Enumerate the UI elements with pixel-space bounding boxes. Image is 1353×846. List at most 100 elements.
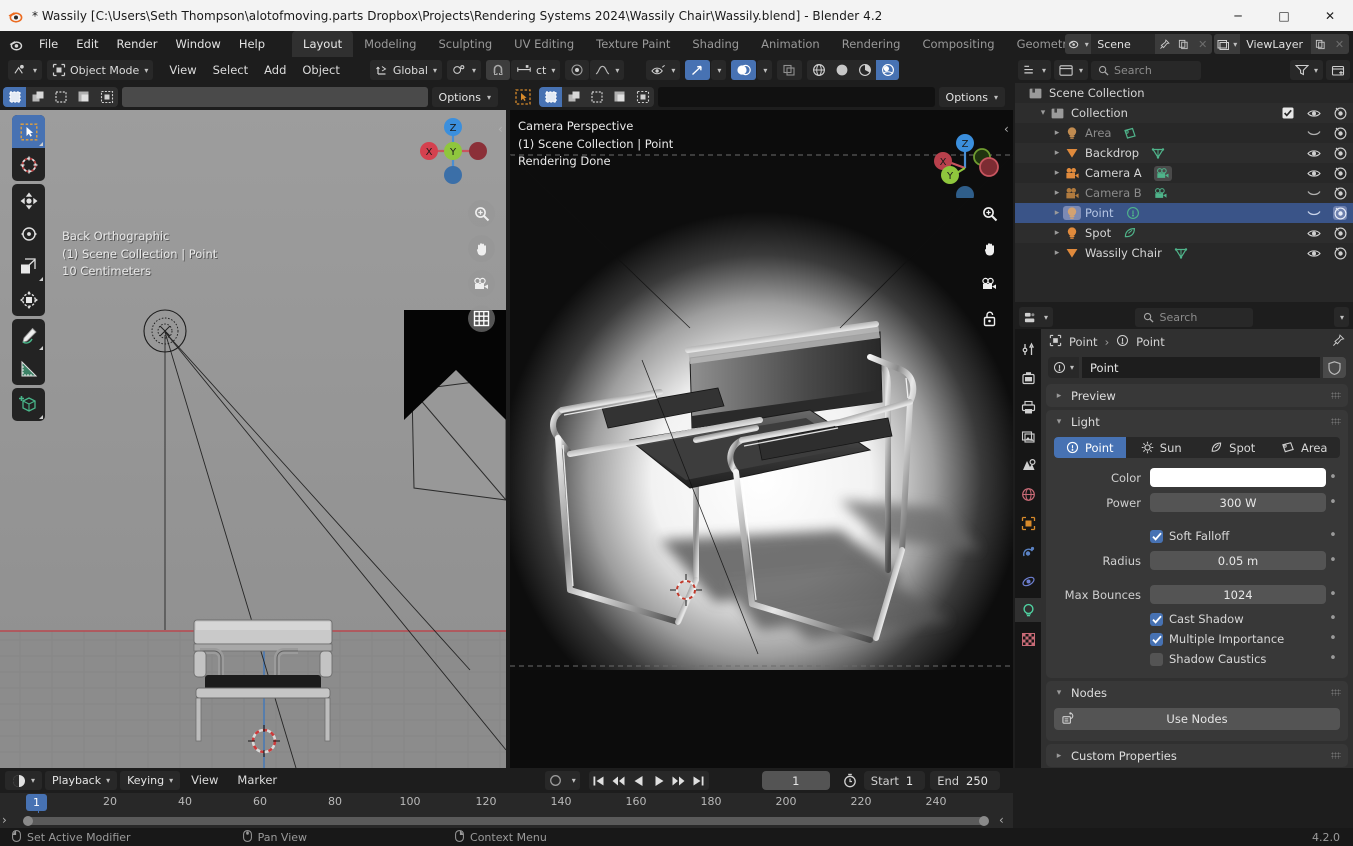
viewlayer-name-field[interactable]: ViewLayer: [1240, 37, 1311, 51]
transform-tool-button[interactable]: [12, 283, 45, 316]
breadcrumb-light-label[interactable]: Point: [1136, 335, 1165, 349]
tab-sculpting[interactable]: Sculpting: [427, 31, 503, 57]
camera-view-icon-left[interactable]: [468, 270, 495, 297]
add-cube-tool-button[interactable]: [12, 388, 45, 421]
outliner-row-collection[interactable]: ▾ Collection: [1015, 103, 1353, 123]
render-icon-backdrop[interactable]: [1333, 146, 1347, 160]
outliner-search-input[interactable]: Search: [1091, 60, 1202, 80]
use-nodes-button[interactable]: Use Nodes: [1054, 708, 1340, 730]
jump-to-next-keyframe-button[interactable]: [669, 771, 689, 790]
gizmo-options-dropdown[interactable]: ▾: [711, 60, 727, 80]
panel-preview-grip[interactable]: [1331, 392, 1341, 399]
panel-light-grip[interactable]: [1331, 418, 1341, 425]
light-data-icon-spot[interactable]: [1123, 227, 1137, 240]
object-mode-dropdown[interactable]: Object Mode ▾: [47, 60, 154, 80]
panel-custom-properties-chevron[interactable]: ▸: [1053, 751, 1065, 761]
scene-name-field[interactable]: Scene: [1091, 37, 1156, 51]
visibility-dropdown[interactable]: ▾: [646, 60, 681, 80]
select-set-button-right[interactable]: [539, 87, 562, 107]
collection-visibility-icon[interactable]: [1307, 106, 1321, 120]
viewport-menu-select[interactable]: Select: [205, 60, 256, 80]
overlays-options-dropdown[interactable]: ▾: [757, 60, 773, 80]
play-reverse-button[interactable]: [629, 771, 649, 790]
measure-tool-button[interactable]: [12, 352, 45, 385]
snap-magnet-toggle[interactable]: [485, 60, 510, 80]
menu-window[interactable]: Window: [166, 33, 229, 55]
cursor-tool-button[interactable]: [12, 148, 45, 181]
panel-custom-properties-header[interactable]: ▸ Custom Properties: [1046, 744, 1348, 767]
expand-chevron-area[interactable]: ▸: [1051, 128, 1063, 138]
menu-help[interactable]: Help: [230, 33, 274, 55]
timeline-horizontal-scrollbar[interactable]: [26, 817, 984, 825]
zoom-icon-right[interactable]: [976, 200, 1003, 227]
use-preview-range-icon[interactable]: [839, 773, 861, 788]
timeline-ruler[interactable]: 1 20 40 60 80 100 120 140 160 180 200 22…: [0, 793, 1013, 813]
light-datablock-browse-button[interactable]: ▾: [1048, 357, 1080, 378]
shading-solid-button[interactable]: [830, 60, 853, 80]
tab-world[interactable]: [1015, 482, 1041, 506]
tab-modifiers[interactable]: [1015, 540, 1041, 564]
properties-editor-type-button[interactable]: ▾: [1019, 307, 1054, 327]
mesh-data-icon-backdrop[interactable]: [1151, 147, 1165, 160]
expand-chevron-camera-b[interactable]: ▸: [1051, 188, 1063, 198]
light-data-icon-area[interactable]: [1123, 127, 1137, 140]
editor-type-button[interactable]: ▾: [8, 60, 43, 80]
current-frame-field[interactable]: 1: [761, 771, 830, 790]
light-radius-field[interactable]: 0.05 m: [1150, 551, 1326, 570]
outliner-row-area[interactable]: ▸ Area: [1015, 123, 1353, 143]
menu-file[interactable]: File: [30, 33, 67, 55]
light-data-icon-point[interactable]: [1126, 206, 1140, 220]
move-tool-button[interactable]: [12, 184, 45, 217]
tab-texture-paint[interactable]: Texture Paint: [585, 31, 681, 57]
cast-shadow-checkbox[interactable]: [1150, 612, 1163, 626]
light-type-sun-button[interactable]: Sun: [1126, 437, 1198, 458]
play-button[interactable]: [649, 771, 669, 790]
timeline-editor-type-button[interactable]: ▾: [5, 771, 43, 790]
visibility-icon-backdrop[interactable]: [1307, 146, 1321, 160]
tab-output[interactable]: [1015, 395, 1041, 419]
light-color-swatch[interactable]: [1150, 468, 1326, 487]
annotate-tool-button[interactable]: [12, 319, 45, 352]
select-extend-button[interactable]: [26, 87, 49, 107]
tab-scene[interactable]: [1015, 453, 1041, 477]
outliner-row-wassily-chair[interactable]: ▸ Wassily Chair: [1015, 243, 1353, 263]
options-dropdown-left[interactable]: Options ▾: [431, 87, 498, 107]
properties-options-button[interactable]: ▾: [1333, 307, 1349, 327]
scene-datablock[interactable]: ▾ Scene ✕: [1065, 34, 1213, 54]
render-icon-area[interactable]: [1333, 126, 1347, 140]
light-type-point-button[interactable]: Point: [1054, 437, 1126, 458]
camera-data-icon-b[interactable]: [1154, 187, 1168, 200]
multiple-importance-checkbox[interactable]: [1150, 632, 1163, 646]
properties-pin-icon[interactable]: [1332, 334, 1345, 350]
outliner-row-scene-collection[interactable]: Scene Collection: [1015, 83, 1353, 103]
shadow-caustics-checkbox[interactable]: [1150, 652, 1163, 666]
select-extend-button-right[interactable]: [562, 87, 585, 107]
timeline-keying-dropdown[interactable]: Keying ▾: [120, 771, 181, 790]
expand-chevron-spot[interactable]: ▸: [1051, 228, 1063, 238]
visibility-off-icon-area[interactable]: [1307, 126, 1321, 140]
light-type-area-button[interactable]: Area: [1269, 437, 1341, 458]
panel-light-chevron[interactable]: ▾: [1053, 417, 1065, 427]
visibility-icon-wassily[interactable]: [1307, 246, 1321, 260]
tab-compositing[interactable]: Compositing: [911, 31, 1005, 57]
viewport-camera-perspective[interactable]: Camera Perspective (1) Scene Collection …: [510, 110, 1013, 768]
panel-nodes-chevron[interactable]: ▾: [1053, 688, 1065, 698]
pan-hand-icon-left[interactable]: [468, 235, 495, 262]
timeline-menu-marker[interactable]: Marker: [229, 771, 285, 790]
auto-keying-toggle[interactable]: ▾: [544, 771, 580, 790]
panel-preview-chevron[interactable]: ▸: [1053, 391, 1065, 401]
active-tool-icon-right[interactable]: [510, 86, 536, 108]
expand-chevron-camera-a[interactable]: ▸: [1051, 168, 1063, 178]
camera-view-icon-right[interactable]: [976, 270, 1003, 297]
frame-end-field[interactable]: End 250: [930, 771, 1000, 790]
camera-lock-icon-right[interactable]: [976, 305, 1003, 332]
tab-layout[interactable]: Layout: [292, 31, 354, 57]
panel-light-header[interactable]: ▾ Light: [1046, 410, 1348, 433]
snap-to-dropdown[interactable]: ct ▾: [510, 60, 561, 80]
nav-gizmo-right[interactable]: Z X Y: [915, 118, 1011, 198]
tab-rendering[interactable]: Rendering: [831, 31, 912, 57]
viewlayer-delete-button[interactable]: ✕: [1330, 34, 1349, 54]
viewport-menu-add[interactable]: Add: [256, 60, 294, 80]
timeline-menu-view[interactable]: View: [183, 771, 226, 790]
render-icon-spot[interactable]: [1333, 226, 1347, 240]
